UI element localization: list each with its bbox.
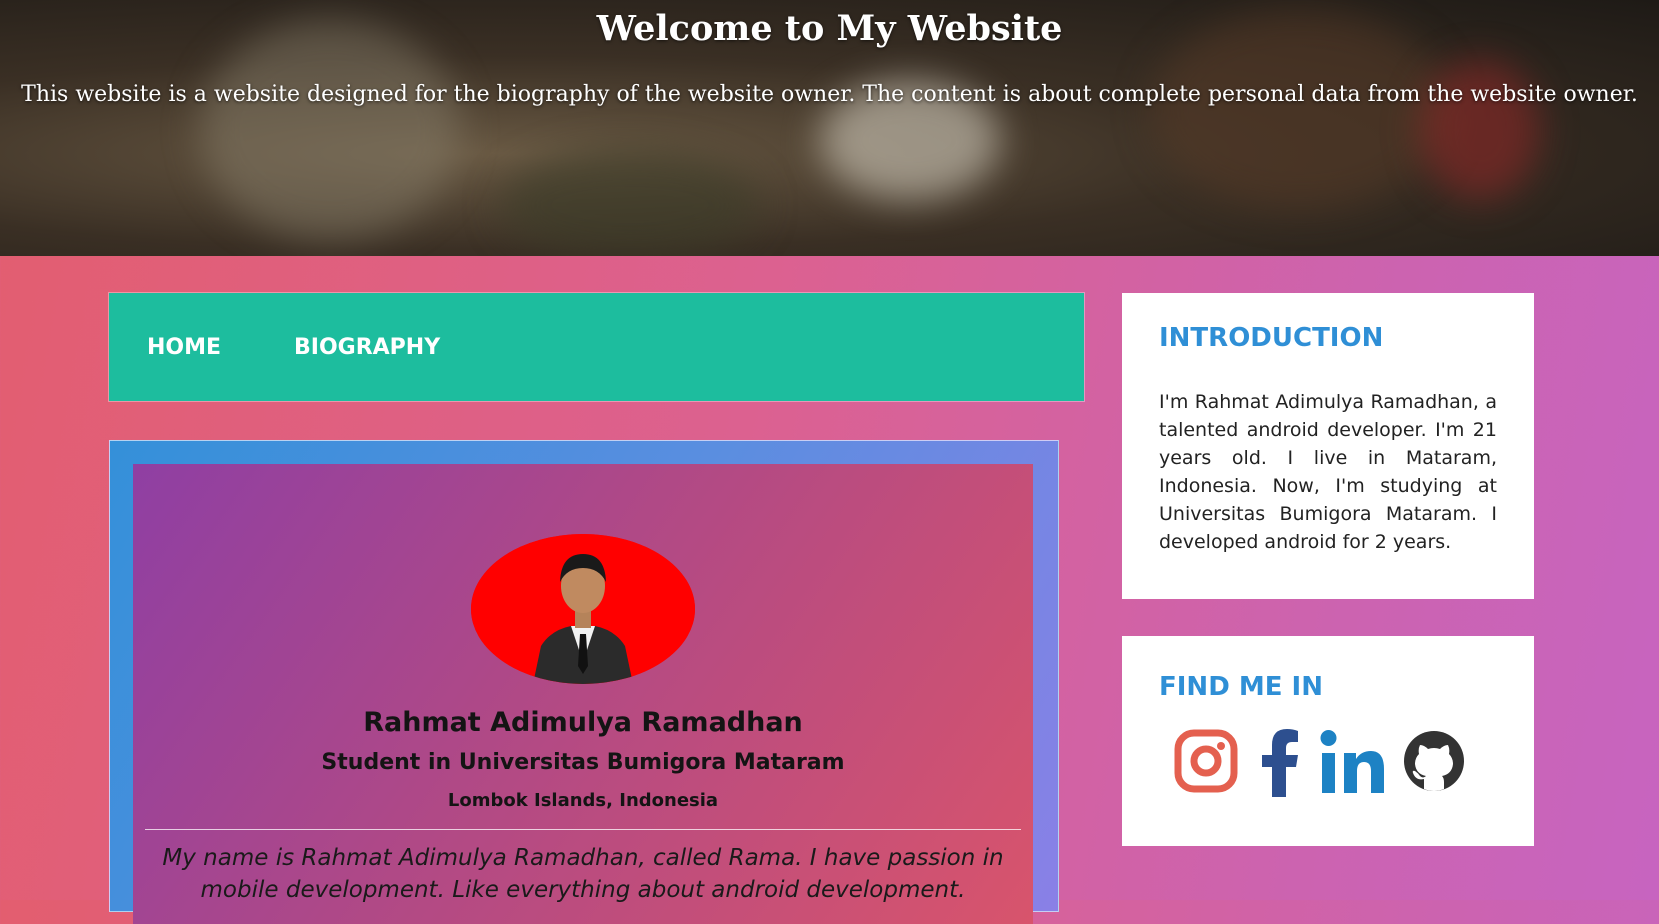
profile-location: Lombok Islands, Indonesia — [447, 790, 719, 811]
nav-home-link[interactable]: HOME — [147, 335, 221, 360]
main-nav: HOME BIOGRAPHY — [109, 293, 1084, 401]
github-icon[interactable] — [1402, 729, 1466, 797]
profile-card-inner: Rahmat Adimulya Ramadhan Student in Univ… — [133, 464, 1033, 924]
facebook-icon[interactable] — [1260, 729, 1300, 801]
header-banner: Welcome to My Website This website is a … — [0, 0, 1659, 256]
find-me-heading: FIND ME IN — [1159, 672, 1323, 702]
profile-bio: My name is Rahmat Adimulya Ramadhan, cal… — [162, 845, 1004, 903]
page-title: Welcome to My Website — [596, 8, 1063, 49]
introduction-text: I'm Rahmat Adimulya Ramadhan, a talented… — [1159, 391, 1497, 553]
divider — [145, 829, 1021, 830]
avatar — [471, 534, 695, 684]
find-me-card: FIND ME IN — [1122, 636, 1534, 846]
page-subtitle: This website is a website designed for t… — [21, 82, 1638, 107]
instagram-icon[interactable] — [1174, 729, 1238, 797]
profile-name: Rahmat Adimulya Ramadhan — [363, 707, 803, 738]
introduction-heading: INTRODUCTION — [1159, 323, 1384, 353]
nav-biography-link[interactable]: BIOGRAPHY — [294, 335, 440, 360]
profile-card: Rahmat Adimulya Ramadhan Student in Univ… — [109, 440, 1059, 924]
linkedin-icon[interactable] — [1320, 729, 1386, 799]
profile-role: Student in Universitas Bumigora Mataram — [321, 750, 845, 775]
introduction-card: INTRODUCTION I'm Rahmat Adimulya Ramadha… — [1122, 293, 1534, 599]
